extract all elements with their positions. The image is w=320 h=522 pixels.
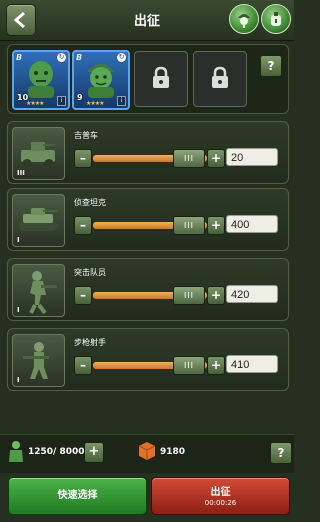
- jeep-unit-icon: III: [12, 127, 65, 180]
- top-bar: 出征: [0, 0, 294, 41]
- lock-icon: [153, 66, 169, 88]
- unit-name: 吉普车: [74, 131, 98, 140]
- deploy-timer: 00:00:26: [204, 499, 237, 507]
- quantity-field[interactable]: 410: [226, 355, 278, 373]
- hero-level: 9: [77, 93, 83, 102]
- slider-handle[interactable]: III: [173, 149, 205, 168]
- rifleman-unit-icon: I: [12, 334, 65, 387]
- locked-hero-slot[interactable]: [193, 51, 247, 107]
- hero-portrait-icon: [28, 61, 54, 98]
- deploy-button[interactable]: 出征 00:00:26: [151, 477, 290, 515]
- hero-bag-badge[interactable]: [261, 4, 291, 34]
- decrease-button[interactable]: –: [74, 356, 92, 375]
- unit-rank: I: [17, 236, 20, 244]
- commando-unit-icon: I: [12, 264, 65, 317]
- page-title: 出征: [133, 14, 160, 29]
- unit-rank: I: [17, 306, 20, 314]
- hero-stars: ★★★★: [86, 100, 104, 107]
- hero-portrait-icon: [87, 64, 115, 98]
- increase-button[interactable]: +: [207, 356, 225, 375]
- slider-handle[interactable]: III: [173, 356, 205, 375]
- hero-card-2[interactable]: B ↻ 9 ★★★★ i: [72, 50, 130, 110]
- increase-button[interactable]: +: [207, 216, 225, 235]
- troop-capacity: 1250/ 8000: [28, 447, 85, 457]
- deploy-label: 出征: [210, 487, 231, 498]
- help-button[interactable]: ?: [260, 55, 282, 77]
- unit-panel-jeep: III 吉普车 – III + 20: [7, 121, 289, 184]
- supply-bag-icon: [271, 12, 281, 26]
- unit-panel-commando: I 突击队员 – III + 420: [7, 258, 289, 321]
- brick-resource-icon: [138, 442, 156, 460]
- locked-hero-slot[interactable]: [134, 51, 188, 107]
- quantity-field[interactable]: 420: [226, 285, 278, 303]
- lock-icon: [212, 66, 228, 88]
- add-capacity-button[interactable]: +: [84, 442, 104, 463]
- help-button[interactable]: ?: [270, 442, 292, 464]
- info-icon[interactable]: i: [57, 96, 66, 106]
- unit-name: 突击队员: [74, 268, 106, 277]
- unit-rank: I: [17, 376, 20, 384]
- back-button[interactable]: [6, 4, 36, 36]
- info-icon[interactable]: i: [117, 96, 126, 106]
- decrease-button[interactable]: –: [74, 216, 92, 235]
- tank-unit-icon: I: [12, 194, 65, 247]
- decrease-button[interactable]: –: [74, 286, 92, 305]
- unit-panel-scout-tank: I 侦查坦克 – III + 400: [7, 188, 289, 251]
- quantity-field[interactable]: 400: [226, 215, 278, 233]
- decrease-button[interactable]: –: [74, 149, 92, 168]
- hero-card-1[interactable]: B ↻ 10 ★★★★ i: [12, 50, 70, 110]
- unit-panel-rifleman: I 步枪射手 – III + 410: [7, 328, 289, 391]
- hero-helmet-badge[interactable]: [229, 4, 259, 34]
- increase-button[interactable]: +: [207, 286, 225, 305]
- quick-select-button[interactable]: 快速选择: [8, 477, 147, 515]
- quantity-field[interactable]: 20: [226, 148, 278, 166]
- unit-name: 侦查坦克: [74, 198, 106, 207]
- hero-stars: ★★★★: [26, 100, 44, 107]
- unit-name: 步枪射手: [74, 338, 106, 347]
- hero-slots-panel: B ↻ 10 ★★★★ i B ↻ 9 ★★★★ i ?: [7, 44, 289, 114]
- troop-capacity-icon: [9, 441, 23, 462]
- brick-count: 9180: [160, 447, 186, 457]
- increase-button[interactable]: +: [207, 149, 225, 168]
- slider-handle[interactable]: III: [173, 286, 205, 305]
- soldier-head-icon: [238, 14, 250, 28]
- slider-handle[interactable]: III: [173, 216, 205, 235]
- back-arrow-icon: [13, 12, 25, 28]
- unit-rank: III: [17, 169, 25, 177]
